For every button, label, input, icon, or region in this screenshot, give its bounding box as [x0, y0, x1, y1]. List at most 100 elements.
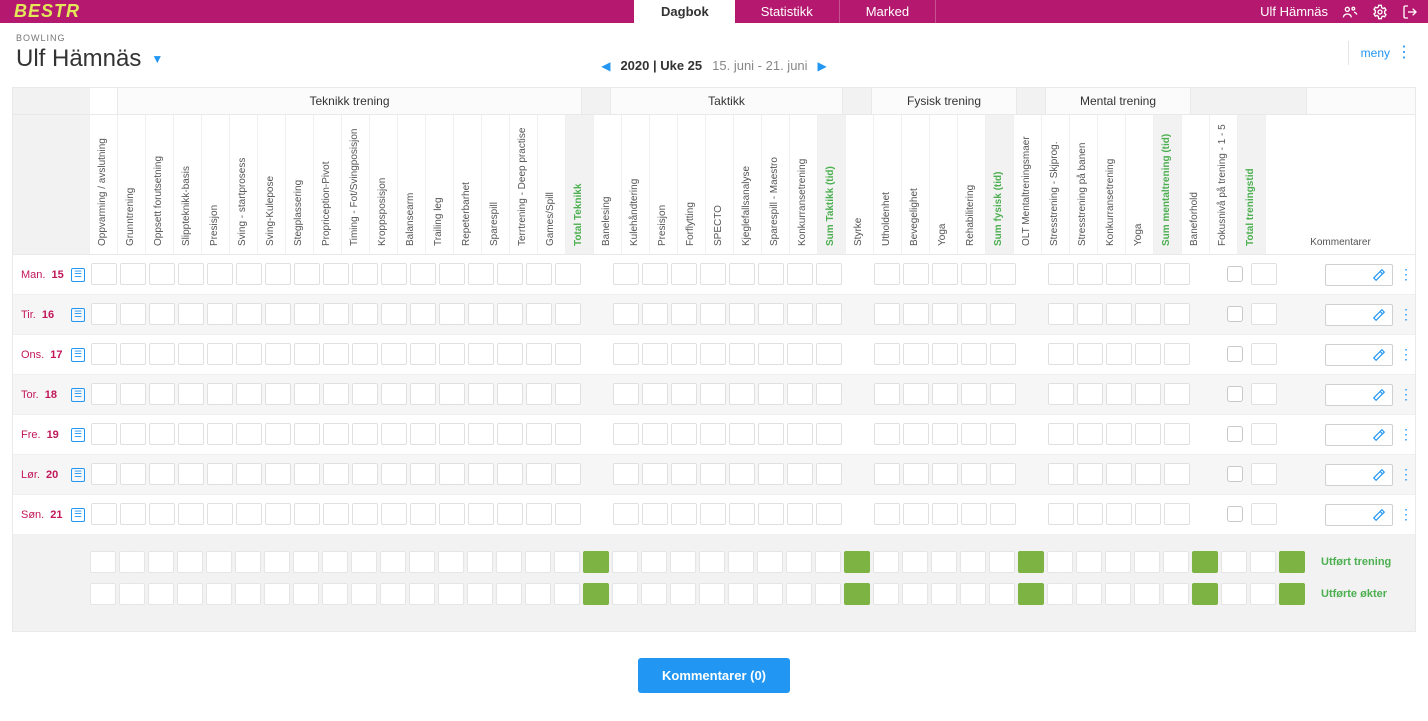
row-comment-button[interactable]: [1325, 304, 1393, 326]
row-menu-button[interactable]: ⋮: [1399, 346, 1409, 363]
training-input[interactable]: [1047, 303, 1075, 327]
tab-dagbok[interactable]: Dagbok: [634, 0, 735, 23]
training-input[interactable]: [119, 463, 147, 487]
training-input[interactable]: [148, 423, 176, 447]
training-input[interactable]: [902, 423, 930, 447]
training-input[interactable]: [119, 423, 147, 447]
training-input[interactable]: [264, 423, 292, 447]
training-input[interactable]: [1134, 503, 1162, 527]
training-input[interactable]: [467, 343, 495, 367]
training-input[interactable]: [1047, 503, 1075, 527]
meny-button[interactable]: meny ⋮: [1348, 41, 1412, 65]
training-input[interactable]: [554, 263, 582, 287]
training-input[interactable]: [322, 423, 350, 447]
training-input[interactable]: [1047, 263, 1075, 287]
day-note-icon[interactable]: ☰: [71, 388, 85, 402]
training-input[interactable]: [206, 503, 234, 527]
training-input[interactable]: [119, 263, 147, 287]
baneforhold-check[interactable]: [1221, 463, 1249, 487]
training-input[interactable]: [467, 263, 495, 287]
training-input[interactable]: [1076, 423, 1104, 447]
row-menu-button[interactable]: ⋮: [1399, 386, 1409, 403]
training-input[interactable]: [293, 343, 321, 367]
training-input[interactable]: [1105, 463, 1133, 487]
training-input[interactable]: [554, 423, 582, 447]
training-input[interactable]: [90, 423, 118, 447]
training-input[interactable]: [380, 263, 408, 287]
training-input[interactable]: [960, 263, 988, 287]
training-input[interactable]: [989, 383, 1017, 407]
training-input[interactable]: [757, 303, 785, 327]
training-input[interactable]: [496, 463, 524, 487]
training-input[interactable]: [612, 463, 640, 487]
row-comment-button[interactable]: [1325, 504, 1393, 526]
training-input[interactable]: [496, 343, 524, 367]
training-input[interactable]: [902, 303, 930, 327]
training-input[interactable]: [438, 303, 466, 327]
training-input[interactable]: [525, 263, 553, 287]
comments-button[interactable]: Kommentarer (0): [638, 658, 790, 693]
training-input[interactable]: [902, 383, 930, 407]
baneforhold-check[interactable]: [1221, 343, 1249, 367]
training-input[interactable]: [1163, 383, 1191, 407]
training-input[interactable]: [670, 503, 698, 527]
training-input[interactable]: [1047, 463, 1075, 487]
training-input[interactable]: [1250, 503, 1278, 527]
training-input[interactable]: [1076, 303, 1104, 327]
gear-icon[interactable]: [1372, 4, 1388, 20]
training-input[interactable]: [1105, 303, 1133, 327]
training-input[interactable]: [670, 303, 698, 327]
training-input[interactable]: [1250, 263, 1278, 287]
training-input[interactable]: [177, 343, 205, 367]
training-input[interactable]: [148, 263, 176, 287]
training-input[interactable]: [960, 303, 988, 327]
training-input[interactable]: [322, 463, 350, 487]
training-input[interactable]: [467, 383, 495, 407]
training-input[interactable]: [322, 383, 350, 407]
training-input[interactable]: [989, 463, 1017, 487]
training-input[interactable]: [815, 463, 843, 487]
training-input[interactable]: [148, 503, 176, 527]
training-input[interactable]: [438, 463, 466, 487]
training-input[interactable]: [960, 423, 988, 447]
training-input[interactable]: [177, 303, 205, 327]
training-input[interactable]: [322, 303, 350, 327]
training-input[interactable]: [1105, 383, 1133, 407]
training-input[interactable]: [728, 423, 756, 447]
training-input[interactable]: [757, 263, 785, 287]
training-input[interactable]: [902, 343, 930, 367]
training-input[interactable]: [989, 343, 1017, 367]
training-input[interactable]: [612, 503, 640, 527]
training-input[interactable]: [757, 503, 785, 527]
training-input[interactable]: [554, 343, 582, 367]
training-input[interactable]: [177, 463, 205, 487]
training-input[interactable]: [235, 503, 263, 527]
training-input[interactable]: [728, 463, 756, 487]
training-input[interactable]: [670, 343, 698, 367]
training-input[interactable]: [815, 303, 843, 327]
training-input[interactable]: [641, 463, 669, 487]
training-input[interactable]: [728, 343, 756, 367]
training-input[interactable]: [409, 503, 437, 527]
training-input[interactable]: [931, 383, 959, 407]
training-input[interactable]: [931, 463, 959, 487]
training-input[interactable]: [351, 503, 379, 527]
row-comment-button[interactable]: [1325, 424, 1393, 446]
training-input[interactable]: [1163, 463, 1191, 487]
training-input[interactable]: [786, 503, 814, 527]
training-input[interactable]: [1250, 383, 1278, 407]
users-icon[interactable]: [1342, 4, 1358, 20]
training-input[interactable]: [1163, 423, 1191, 447]
training-input[interactable]: [467, 303, 495, 327]
training-input[interactable]: [148, 383, 176, 407]
training-input[interactable]: [815, 503, 843, 527]
training-input[interactable]: [1250, 463, 1278, 487]
training-input[interactable]: [1047, 343, 1075, 367]
training-input[interactable]: [641, 343, 669, 367]
training-input[interactable]: [612, 423, 640, 447]
row-menu-button[interactable]: ⋮: [1399, 306, 1409, 323]
training-input[interactable]: [438, 503, 466, 527]
training-input[interactable]: [873, 423, 901, 447]
training-input[interactable]: [931, 503, 959, 527]
tab-marked[interactable]: Marked: [840, 0, 936, 23]
